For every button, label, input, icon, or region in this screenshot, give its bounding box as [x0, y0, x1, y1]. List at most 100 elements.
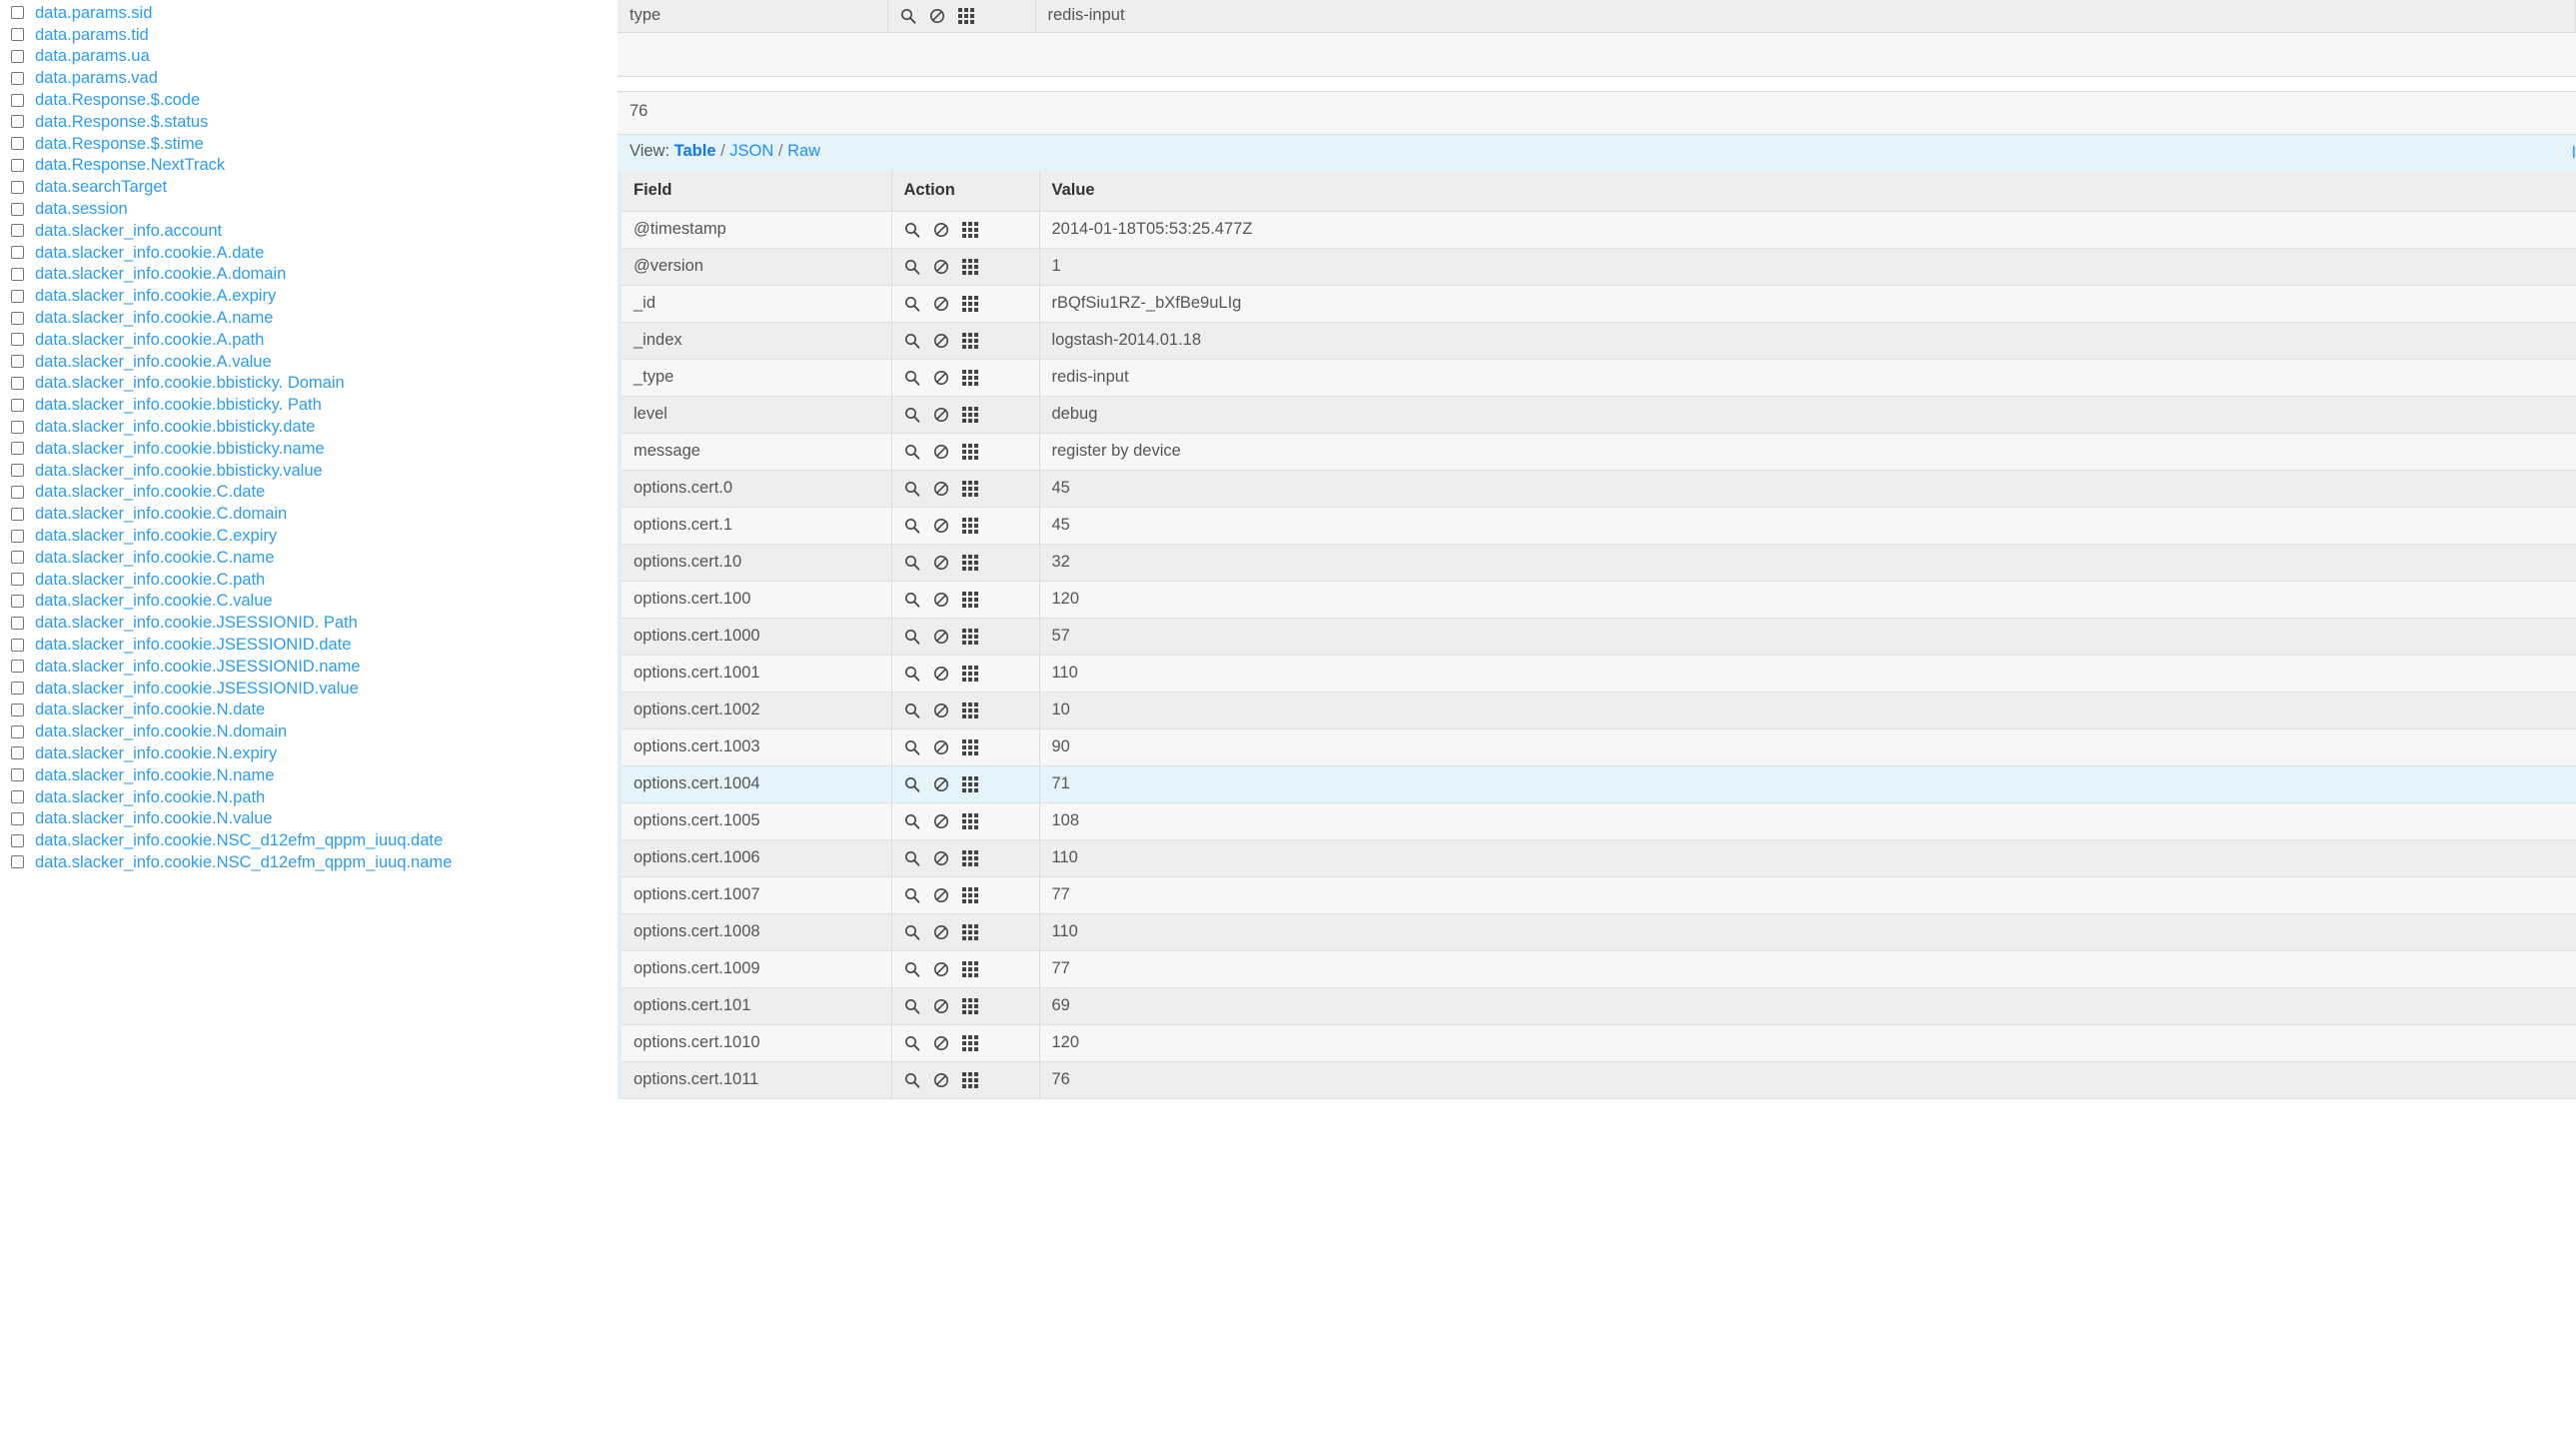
table-row[interactable]: options.cert.1009 77: [622, 950, 2576, 988]
field-checkbox[interactable]: [11, 93, 24, 107]
search-icon[interactable]: [904, 739, 920, 755]
field-checkbox[interactable]: [11, 811, 24, 825]
grid-icon[interactable]: [961, 775, 978, 792]
search-icon[interactable]: [904, 222, 920, 238]
table-row[interactable]: type redis-input: [618, 0, 2576, 33]
field-list-item[interactable]: data.params.vad: [8, 67, 618, 89]
grid-icon[interactable]: [961, 997, 978, 1014]
field-checkbox[interactable]: [11, 137, 24, 151]
field-checkbox[interactable]: [11, 724, 24, 738]
table-row[interactable]: message register by device: [622, 433, 2576, 471]
grid-icon[interactable]: [961, 591, 978, 608]
table-row[interactable]: options.cert.1011 76: [622, 1061, 2576, 1099]
field-link[interactable]: data.Response.$.code: [35, 90, 200, 110]
field-checkbox[interactable]: [11, 267, 24, 281]
field-link[interactable]: data.slacker_info.cookie.N.expiry: [35, 743, 277, 763]
grid-icon[interactable]: [961, 369, 978, 386]
search-icon[interactable]: [904, 666, 920, 682]
search-icon[interactable]: [904, 998, 920, 1014]
field-link[interactable]: data.slacker_info.cookie.A.path: [35, 330, 264, 350]
grid-icon[interactable]: [961, 702, 978, 719]
field-link[interactable]: data.slacker_info.cookie.bbisticky.value: [35, 461, 323, 481]
table-row[interactable]: options.cert.1005 108: [622, 802, 2576, 840]
grid-icon[interactable]: [961, 480, 978, 497]
field-link[interactable]: data.slacker_info.cookie.C.date: [35, 482, 265, 502]
field-checkbox[interactable]: [11, 180, 24, 194]
ban-icon[interactable]: [933, 296, 949, 312]
field-list-item[interactable]: data.slacker_info.cookie.A.expiry: [8, 285, 618, 307]
field-checkbox[interactable]: [11, 507, 24, 521]
table-row[interactable]: _type redis-input: [622, 359, 2576, 397]
search-icon[interactable]: [904, 813, 920, 829]
field-checkbox[interactable]: [11, 442, 24, 456]
table-row[interactable]: options.cert.10 32: [622, 544, 2576, 582]
field-list-item[interactable]: data.searchTarget: [8, 176, 618, 198]
ban-icon[interactable]: [933, 592, 949, 608]
field-checkbox[interactable]: [11, 594, 24, 608]
field-link[interactable]: data.slacker_info.cookie.bbisticky.name: [35, 439, 325, 459]
grid-icon[interactable]: [961, 923, 978, 940]
search-icon[interactable]: [904, 481, 920, 497]
field-checkbox[interactable]: [11, 703, 24, 717]
field-link[interactable]: data.slacker_info.cookie.C.expiry: [35, 526, 277, 546]
field-list-item[interactable]: data.slacker_info.cookie.N.domain: [8, 720, 618, 742]
ban-icon[interactable]: [933, 666, 949, 682]
field-list-item[interactable]: data.slacker_info.cookie.N.path: [8, 786, 618, 808]
field-list-item[interactable]: data.slacker_info.cookie.A.date: [8, 242, 618, 264]
field-list-item[interactable]: data.slacker_info.cookie.JSESSIONID.valu…: [8, 678, 618, 700]
search-icon[interactable]: [904, 850, 920, 866]
field-link[interactable]: data.searchTarget: [35, 177, 167, 197]
field-checkbox[interactable]: [11, 71, 24, 85]
grid-icon[interactable]: [961, 221, 978, 238]
ban-icon[interactable]: [933, 555, 949, 571]
table-row[interactable]: options.cert.1003 90: [622, 728, 2576, 766]
field-list-item[interactable]: data.slacker_info.cookie.N.name: [8, 764, 618, 786]
ban-icon[interactable]: [933, 998, 949, 1014]
field-list-item[interactable]: data.slacker_info.cookie.C.name: [8, 547, 618, 569]
field-link[interactable]: data.slacker_info.cookie.NSC_d12efm_qppm…: [35, 852, 452, 872]
grid-icon[interactable]: [961, 960, 978, 977]
ban-icon[interactable]: [933, 629, 949, 645]
ban-icon[interactable]: [933, 887, 949, 903]
field-checkbox[interactable]: [11, 682, 24, 696]
field-list-item[interactable]: data.slacker_info.cookie.bbisticky. Path: [8, 394, 618, 416]
field-link[interactable]: data.params.sid: [35, 3, 152, 23]
field-list-item[interactable]: data.slacker_info.cookie.C.path: [8, 569, 618, 591]
field-list-item[interactable]: data.slacker_info.cookie.A.value: [8, 351, 618, 373]
field-list-item[interactable]: data.slacker_info.cookie.C.expiry: [8, 525, 618, 547]
ban-icon[interactable]: [929, 8, 945, 24]
field-checkbox[interactable]: [11, 573, 24, 587]
table-row[interactable]: options.cert.1007 77: [622, 876, 2576, 914]
table-row[interactable]: options.cert.1010 120: [622, 1024, 2576, 1062]
grid-icon[interactable]: [961, 812, 978, 829]
field-checkbox[interactable]: [11, 529, 24, 543]
table-row[interactable]: @timestamp 2014-01-18T05:53:25.477Z: [622, 211, 2576, 249]
search-icon[interactable]: [904, 296, 920, 312]
field-link[interactable]: data.slacker_info.cookie.JSESSIONID.name: [35, 657, 361, 677]
ban-icon[interactable]: [933, 518, 949, 534]
field-checkbox[interactable]: [11, 6, 24, 20]
table-row[interactable]: options.cert.100 120: [622, 581, 2576, 619]
grid-icon[interactable]: [961, 628, 978, 645]
field-link[interactable]: data.slacker_info.cookie.JSESSIONID. Pat…: [35, 613, 358, 633]
field-link[interactable]: data.slacker_info.cookie.JSESSIONID.valu…: [35, 679, 359, 699]
grid-icon[interactable]: [961, 1071, 978, 1088]
field-link[interactable]: data.slacker_info.account: [35, 221, 222, 241]
field-link[interactable]: data.params.ua: [35, 46, 150, 66]
ban-icon[interactable]: [933, 407, 949, 423]
search-icon[interactable]: [904, 1035, 920, 1051]
search-icon[interactable]: [904, 776, 920, 792]
field-checkbox[interactable]: [11, 616, 24, 630]
field-checkbox[interactable]: [11, 551, 24, 565]
ban-icon[interactable]: [933, 703, 949, 719]
search-icon[interactable]: [904, 703, 920, 719]
search-icon[interactable]: [904, 887, 920, 903]
view-option-json[interactable]: JSON: [729, 142, 773, 160]
grid-icon[interactable]: [961, 443, 978, 460]
field-list-item[interactable]: data.slacker_info.cookie.bbisticky. Doma…: [8, 373, 618, 395]
field-checkbox[interactable]: [11, 833, 24, 847]
field-list-item[interactable]: data.slacker_info.cookie.bbisticky.date: [8, 416, 618, 438]
ban-icon[interactable]: [933, 739, 949, 755]
field-list-item[interactable]: data.params.ua: [8, 46, 618, 68]
field-checkbox[interactable]: [11, 115, 24, 129]
